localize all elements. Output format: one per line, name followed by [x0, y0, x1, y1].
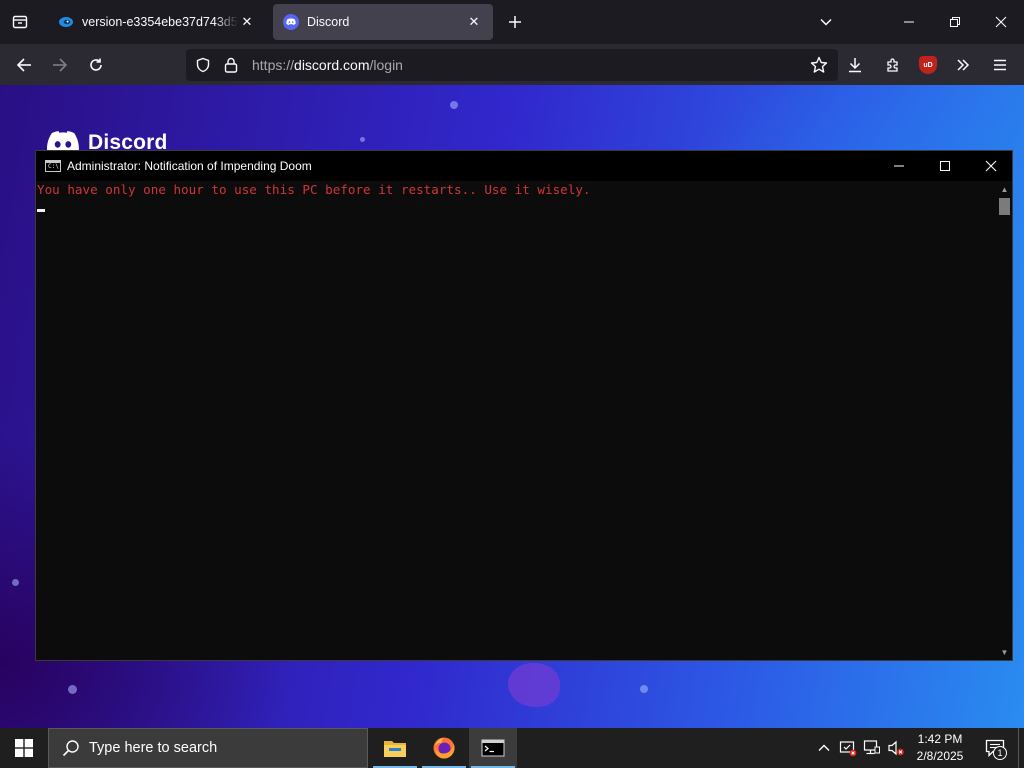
address-bar[interactable]: https://discord.com/login — [186, 49, 838, 81]
new-tab-button[interactable] — [502, 8, 528, 36]
tab-title: version-e3354ebe37d743d5_pal — [82, 15, 238, 29]
navigation-toolbar: https://discord.com/login uD — [0, 44, 1024, 85]
tab-title: Discord — [307, 15, 350, 29]
minimize-button[interactable] — [886, 0, 932, 44]
forward-button[interactable] — [44, 49, 76, 81]
tracking-protection-shield-icon[interactable] — [192, 54, 214, 76]
search-placeholder: Type here to search — [89, 740, 218, 756]
restore-icon — [950, 17, 960, 27]
hamburger-menu-icon — [994, 59, 1006, 71]
console-cursor — [37, 209, 45, 212]
firefox-view-button[interactable] — [0, 0, 40, 44]
volume-muted-icon[interactable] — [886, 738, 906, 758]
console-title-bar[interactable]: C:\ Administrator: Notification of Impen… — [36, 151, 1012, 181]
background-dot — [12, 579, 19, 586]
notification-count-badge: 1 — [993, 746, 1007, 760]
command-prompt-icon — [481, 739, 505, 757]
security-warning-icon[interactable] — [838, 738, 858, 758]
browser-tab-strip: version-e3354ebe37d743d5_pal ✕ Discord ✕ — [0, 0, 1024, 44]
background-dot — [68, 685, 77, 694]
reload-icon — [90, 58, 102, 71]
arrow-right-icon — [53, 58, 68, 72]
tab-discord[interactable]: Discord ✕ — [273, 4, 493, 40]
url-host: discord.com — [294, 57, 370, 73]
maximize-icon — [940, 161, 950, 171]
back-button[interactable] — [8, 49, 40, 81]
minimize-icon — [894, 165, 904, 167]
url-prefix: https:// — [252, 57, 295, 73]
chevron-down-icon — [820, 18, 832, 26]
taskbar-firefox[interactable] — [420, 728, 468, 768]
background-blob — [508, 663, 560, 707]
show-hidden-icons-chevron-up-icon[interactable] — [814, 738, 834, 758]
console-maximize-button[interactable] — [922, 151, 968, 181]
arrow-left-icon — [16, 58, 31, 72]
downloads-button[interactable] — [839, 49, 871, 81]
console-window[interactable]: C:\ Administrator: Notification of Impen… — [35, 150, 1013, 661]
start-button[interactable] — [0, 728, 48, 768]
background-dot — [450, 101, 458, 109]
console-close-button[interactable] — [968, 151, 1014, 181]
edge-style-icon — [58, 14, 74, 30]
more-tools-button[interactable] — [947, 49, 979, 81]
minimize-icon — [904, 21, 914, 23]
scrollbar-thumb[interactable] — [999, 198, 1010, 215]
network-icon[interactable] — [862, 738, 882, 758]
close-window-button[interactable] — [978, 0, 1024, 44]
console-scrollbar[interactable]: ▲ ▼ — [997, 181, 1012, 660]
double-chevron-right-icon — [957, 59, 970, 71]
folder-icon — [384, 741, 406, 757]
windows-logo-icon — [15, 739, 33, 757]
puzzle-icon — [887, 58, 898, 72]
command-prompt-icon: C:\ — [45, 160, 61, 172]
clock-time: 1:42 PM — [917, 732, 963, 746]
lock-icon[interactable] — [220, 54, 242, 76]
clock-date: 2/8/2025 — [916, 749, 964, 763]
ublock-shield-icon: uD — [919, 56, 937, 74]
background-dot — [360, 137, 365, 142]
scroll-down-arrow-icon[interactable]: ▼ — [997, 645, 1012, 659]
extensions-button[interactable] — [877, 49, 909, 81]
download-icon — [849, 58, 861, 73]
show-desktop-button[interactable] — [1018, 728, 1024, 768]
search-icon — [61, 738, 81, 758]
background-dot — [640, 685, 648, 693]
taskbar-command-prompt[interactable] — [469, 728, 517, 768]
taskbar-clock[interactable]: 1:42 PM 2/8/2025 — [910, 731, 970, 765]
bookmark-star-icon[interactable] — [808, 54, 830, 76]
close-icon — [985, 160, 997, 172]
restore-button[interactable] — [932, 0, 978, 44]
taskbar-file-explorer[interactable] — [371, 728, 419, 768]
list-all-tabs-button[interactable] — [812, 8, 840, 36]
console-title: Administrator: Notification of Impending… — [67, 159, 312, 173]
application-menu-button[interactable] — [984, 49, 1016, 81]
taskbar: Type here to search 1:42 PM 2/8/2025 1 — [0, 728, 1024, 768]
ublock-origin-button[interactable]: uD — [912, 49, 944, 81]
firefox-view-icon — [12, 15, 28, 29]
url-path: /login — [369, 57, 403, 73]
taskbar-search-box[interactable]: Type here to search — [48, 728, 368, 768]
action-center-button[interactable]: 1 — [980, 734, 1010, 762]
close-tab-icon[interactable]: ✕ — [465, 13, 483, 31]
firefox-icon — [433, 737, 455, 759]
console-output[interactable]: You have only one hour to use this PC be… — [36, 181, 997, 660]
close-icon — [995, 16, 1007, 28]
reload-button[interactable] — [80, 49, 112, 81]
plus-icon — [509, 16, 521, 28]
discord-icon — [283, 14, 299, 30]
close-tab-icon[interactable]: ✕ — [238, 13, 256, 31]
url-text: https://discord.com/login — [252, 57, 403, 73]
console-minimize-button[interactable] — [876, 151, 922, 181]
scroll-up-arrow-icon[interactable]: ▲ — [997, 182, 1012, 196]
tab-version[interactable]: version-e3354ebe37d743d5_pal ✕ — [48, 4, 266, 40]
console-message-line: You have only one hour to use this PC be… — [37, 182, 591, 197]
